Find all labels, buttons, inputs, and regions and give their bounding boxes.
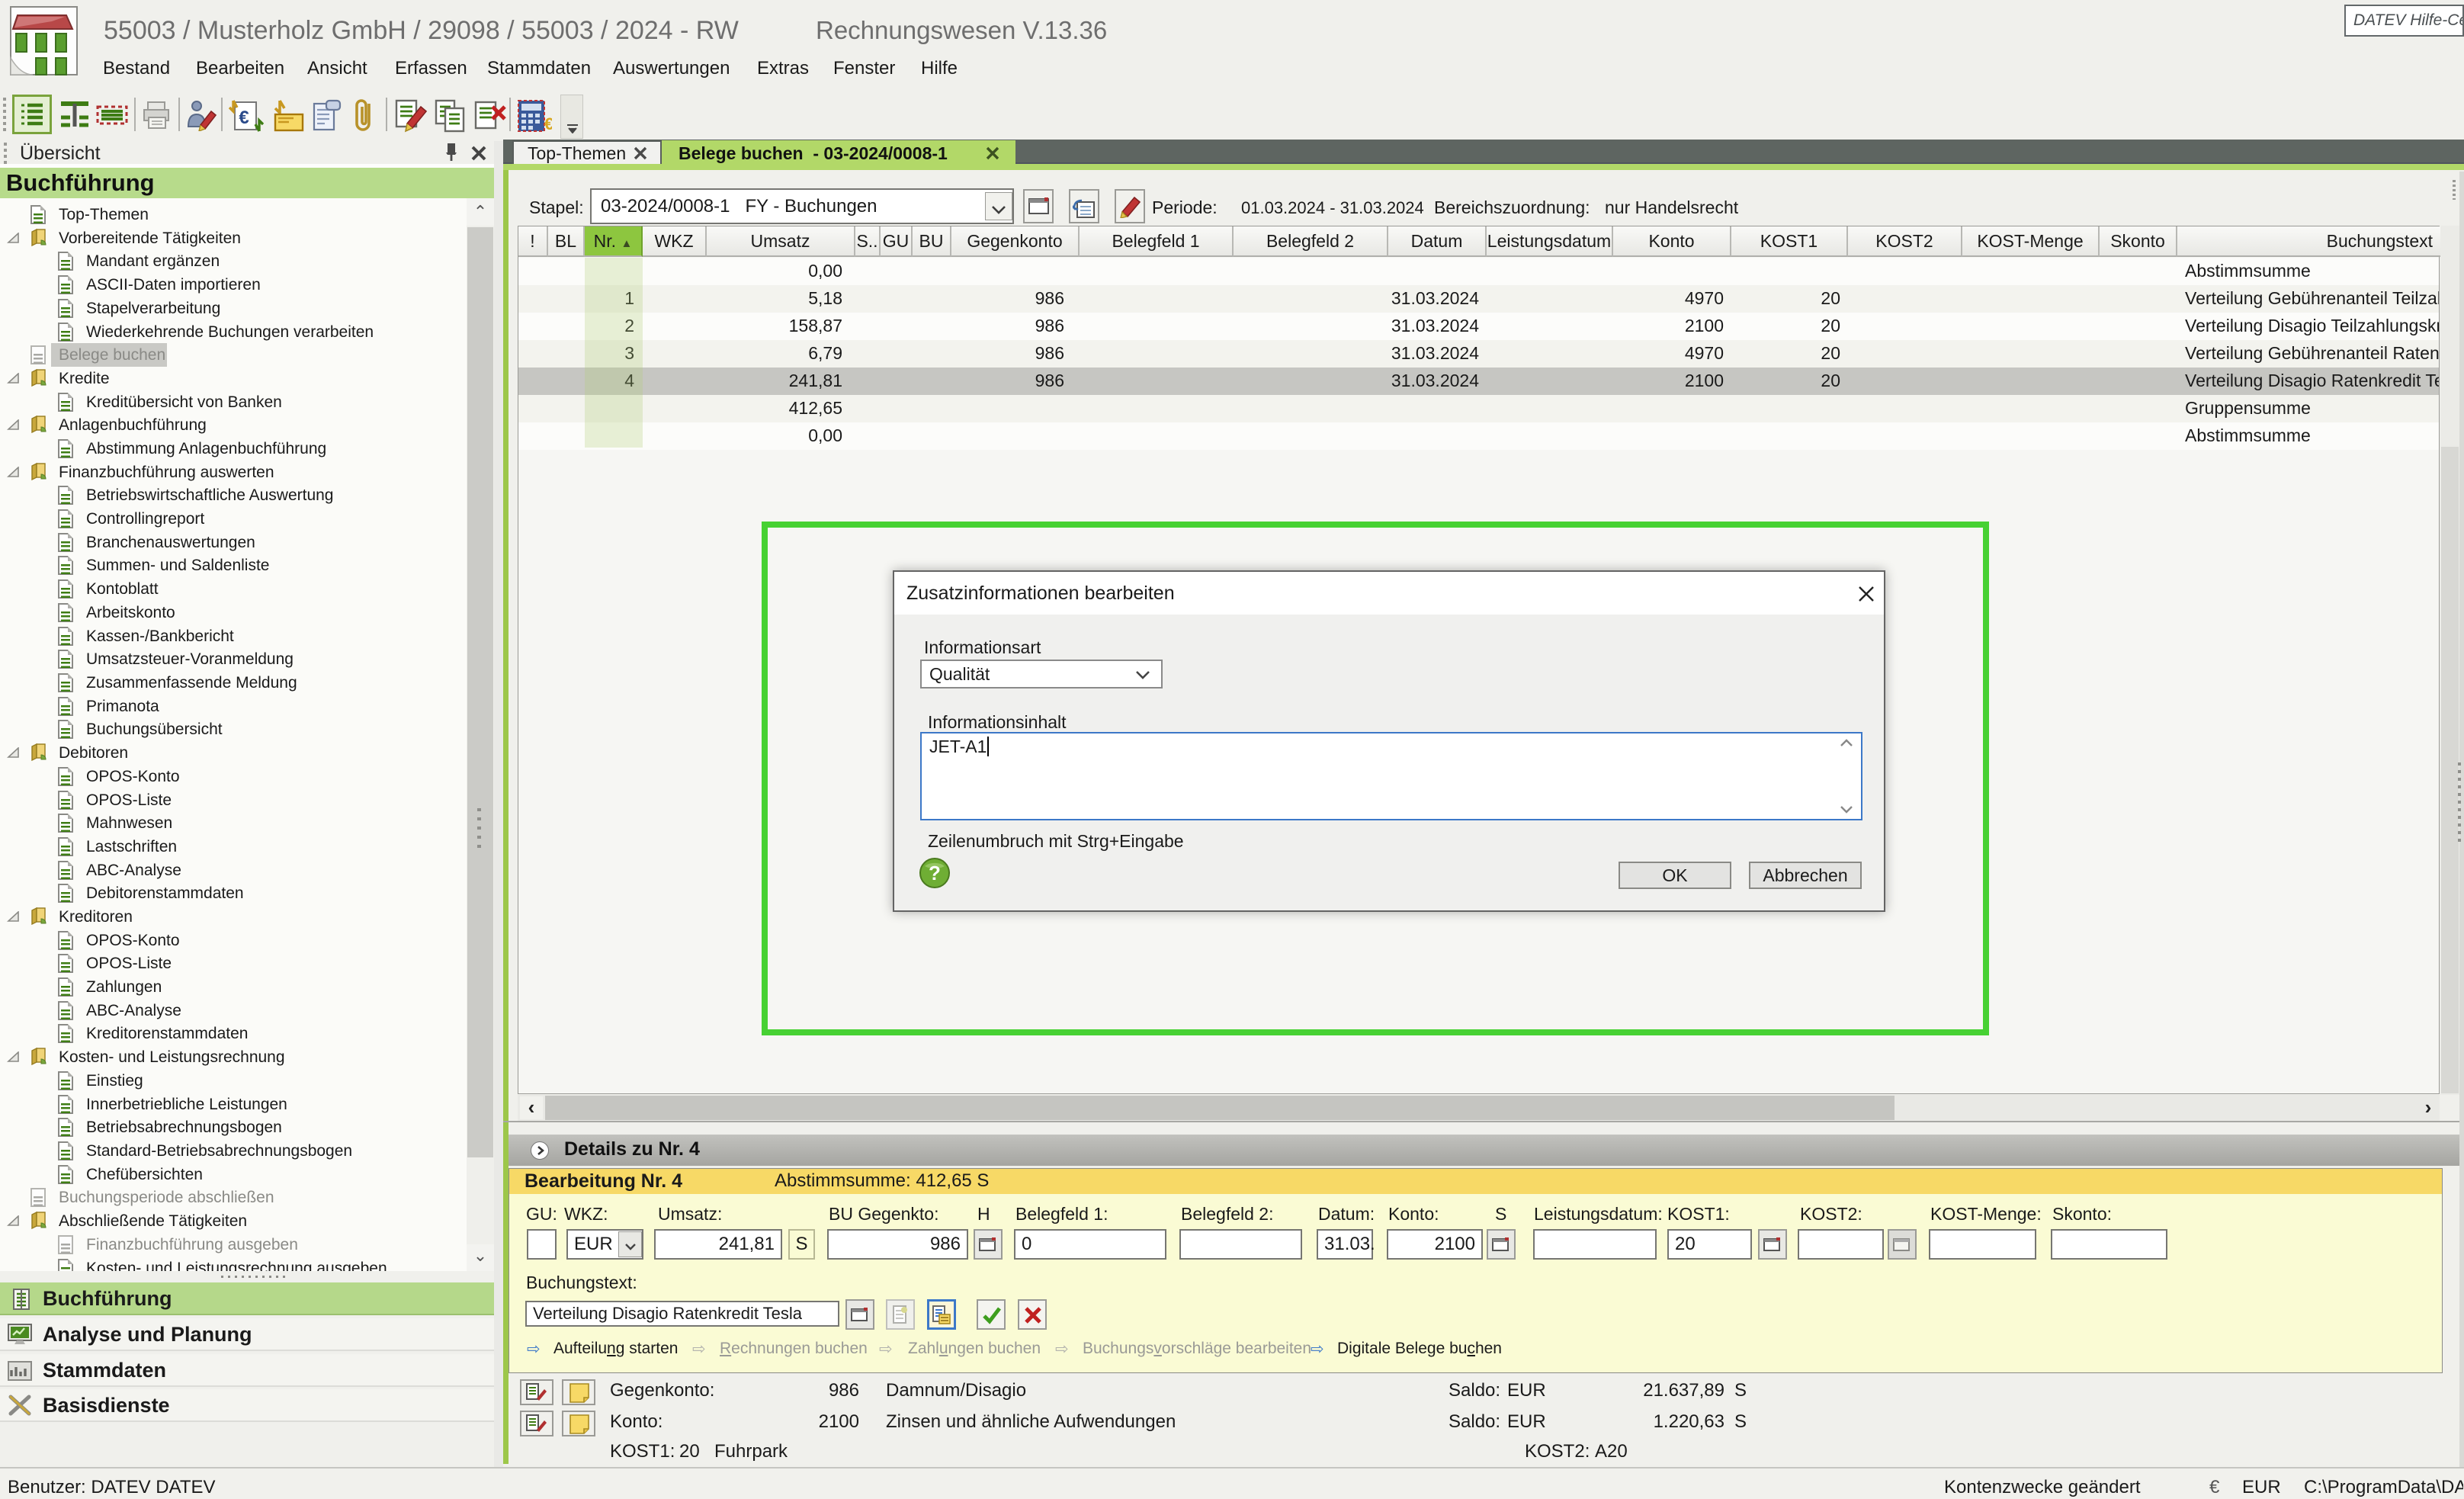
svg-text:€: € [239, 108, 249, 128]
svg-text:?: ? [929, 862, 941, 884]
svg-text:€: € [544, 114, 552, 133]
